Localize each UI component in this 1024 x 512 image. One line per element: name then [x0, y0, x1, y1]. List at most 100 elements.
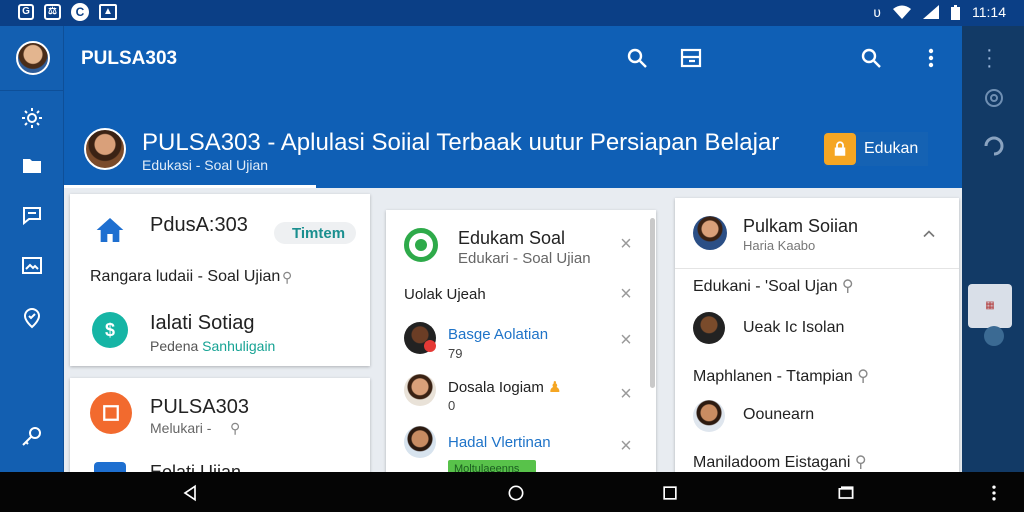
list-row[interactable]: Oounearn: [743, 406, 814, 424]
gallery-rail-icon[interactable]: [20, 254, 44, 278]
card-line: Rangara ludaii - Soal Ujian: [90, 268, 281, 285]
info-icon: ⚲: [854, 454, 867, 471]
app-c-icon: C: [70, 3, 89, 21]
divider: [675, 268, 959, 269]
background-panel: · · · ▦: [962, 26, 1024, 472]
key-icon[interactable]: [20, 424, 44, 448]
avatar: [693, 312, 725, 344]
mid-section-title: Uolak Ujeah: [404, 286, 486, 303]
hero-avatar: [84, 128, 126, 170]
scrollbar[interactable]: [650, 218, 655, 388]
nav-more-icon[interactable]: [984, 483, 1004, 503]
list-row[interactable]: Maphlanen - Ttampian ⚲: [693, 366, 869, 386]
user-avatar[interactable]: [16, 41, 50, 75]
mid-card-title: Edukam Soal: [458, 228, 566, 248]
close-icon[interactable]: ×: [616, 330, 636, 350]
home-icon: [94, 214, 126, 246]
item-title: Ialati Sotiag: [150, 312, 255, 334]
app-title: PULSA303: [81, 48, 178, 69]
pulkam-soiian-card[interactable]: Pulkam Soiian Haria Kaabo Edukani - 'Soa…: [675, 198, 959, 472]
system-nav-bar: [0, 472, 1024, 512]
overflow-menu-icon[interactable]: · · ·: [986, 40, 993, 76]
recents-icon[interactable]: [660, 483, 680, 503]
chevron-up-icon[interactable]: [919, 224, 939, 244]
list-item-value: 0: [448, 398, 456, 413]
pulsa-card[interactable]: PdusA:303 Timtem Rangara ludaii - Soal U…: [70, 194, 370, 366]
hero-title: PULSA303 - Aplulasi Soiial Terbaak uutur…: [142, 129, 780, 156]
toggle-label: Timtem: [292, 225, 346, 242]
item-sub-prefix: Pedena: [150, 338, 199, 354]
thumbnail-card: ▦: [968, 284, 1012, 328]
screen-icon[interactable]: [836, 483, 856, 503]
rail-divider: [0, 90, 64, 91]
list-row[interactable]: Edukani - 'Soal Ujan ⚲: [693, 276, 854, 296]
info-icon: ⚲: [282, 269, 293, 285]
list-row[interactable]: Maniladoom Eistagani ⚲: [693, 452, 867, 472]
list-item-name[interactable]: Dosala Iogiam ♟: [448, 378, 562, 396]
search-icon[interactable]: [625, 46, 649, 70]
list-row-label: Edukani - 'Soal Ujan: [693, 278, 838, 295]
item-subtitle: Pedena Sanhuligain: [150, 338, 275, 354]
app-bar: PULSA303 PULSA303 - Aplulasi Soiial Terb…: [64, 26, 962, 188]
list-item-name[interactable]: Basge Aolatian: [448, 326, 548, 343]
hero-subtitle: Edukasi - Soal Ujian: [142, 157, 269, 173]
target-logo-icon: [404, 228, 438, 262]
wifi-icon: [893, 5, 911, 19]
back-icon[interactable]: [180, 483, 200, 503]
lock-icon: [824, 133, 856, 165]
edukam-soal-card[interactable]: Edukam Soal Edukari - Soal Ujian × Uolak…: [386, 210, 656, 472]
close-icon[interactable]: ×: [616, 384, 636, 404]
status-bar: G ⚖ C ▲ ʋ 11:14: [0, 0, 1024, 26]
avatar: [693, 216, 727, 250]
image-icon: ▲: [98, 4, 117, 20]
edukan-label: Edukan: [864, 140, 919, 157]
card-title-secondary: PULSA303: [150, 396, 249, 418]
status-left-icons: G ⚖ C ▲: [18, 3, 117, 21]
layout-icon[interactable]: [679, 46, 703, 70]
vibrate-icon: ʋ: [873, 4, 881, 20]
comment-icon: ⚲: [230, 420, 241, 436]
mid-card-subtitle: Edukari - Soal Ujian: [458, 250, 591, 267]
more-vert-icon[interactable]: [919, 46, 943, 70]
home-nav-icon[interactable]: [506, 483, 526, 503]
settings-icon[interactable]: [20, 106, 44, 130]
dollar-icon: $: [92, 312, 128, 348]
right-card-subtitle: Haria Kaabo: [743, 238, 816, 253]
info-icon: ⚲: [857, 368, 869, 385]
avatar: [404, 426, 436, 458]
list-icon: [94, 462, 126, 472]
edukan-button[interactable]: Edukan: [824, 132, 929, 166]
square-app-icon: [90, 392, 132, 434]
chat-icon[interactable]: [20, 204, 44, 228]
info-icon: ⚲: [841, 278, 854, 295]
search-icon-secondary[interactable]: [859, 46, 883, 70]
close-icon[interactable]: ×: [616, 436, 636, 456]
item-sub-link[interactable]: Sanhuligain: [202, 338, 275, 354]
list-row-label: Maniladoom Eistagani: [693, 454, 851, 471]
notification-dot: [424, 340, 436, 352]
bell-icon: ♟: [548, 379, 562, 396]
right-card-title: Pulkam Soiian: [743, 216, 859, 236]
location-icon[interactable]: [20, 306, 44, 330]
list-item-value: 79: [448, 346, 463, 361]
close-icon[interactable]: ×: [616, 284, 636, 304]
list-item-name-text: Dosala Iogiam: [448, 379, 544, 396]
close-icon[interactable]: ×: [616, 234, 636, 254]
status-badge: Moltulaeenns: [448, 460, 536, 472]
list-row[interactable]: Ueak Ic Isolan: [743, 319, 844, 337]
navigation-rail: [0, 26, 64, 472]
next-item-title: Eolati Ujian: [150, 462, 242, 472]
badge-icon: [982, 324, 1006, 348]
card-subtitle-secondary: Melukari -: [150, 420, 212, 436]
sim-icon: ⚖: [44, 4, 61, 20]
list-item-name[interactable]: Hadal Vlertinan: [448, 434, 551, 451]
battery-icon: [951, 4, 960, 20]
folder-icon[interactable]: [20, 154, 44, 178]
pulsa-card-secondary[interactable]: PULSA303 Melukari - ⚲ Eolati Ujian: [70, 378, 370, 472]
avatar: [693, 400, 725, 432]
target-icon: [982, 86, 1006, 110]
gallery-icon: G: [18, 4, 34, 20]
content-area: PdusA:303 Timtem Rangara ludaii - Soal U…: [64, 188, 962, 472]
avatar: [404, 374, 436, 406]
swirl-icon: [982, 134, 1006, 158]
